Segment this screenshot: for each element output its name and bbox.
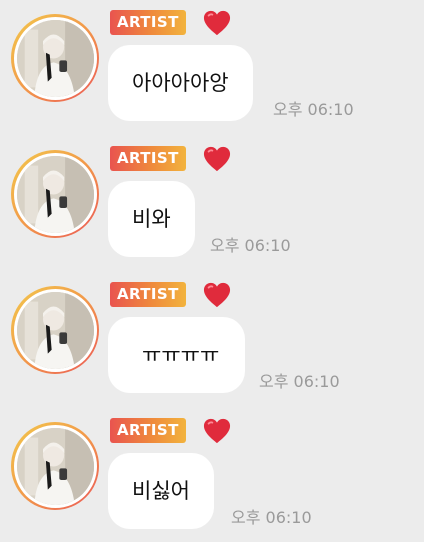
avatar[interactable] — [11, 286, 99, 374]
chat-log: ARTIST 아아아아앙 오후 06:10 ARTIST 비와 오후 06:10… — [0, 0, 424, 542]
avatar[interactable] — [11, 150, 99, 238]
avatar[interactable] — [11, 14, 99, 102]
chat-message: ARTIST 아아아아앙 오후 06:10 — [0, 0, 424, 136]
chat-message: ARTIST 비와 오후 06:10 — [0, 136, 424, 272]
avatar[interactable] — [11, 422, 99, 510]
artist-badge: ARTIST — [110, 10, 186, 35]
avatar-photo — [16, 427, 94, 505]
chat-message: ARTIST 비싫어 오후 06:10 — [0, 408, 424, 542]
message-bubble[interactable]: 아아아아앙 — [108, 45, 253, 121]
artist-badge: ARTIST — [110, 282, 186, 307]
chat-message: ARTIST ㅠㅠㅠㅠ 오후 06:10 — [0, 272, 424, 408]
heart-icon — [203, 418, 231, 444]
artist-badge: ARTIST — [110, 146, 186, 171]
message-bubble[interactable]: 비싫어 — [108, 453, 214, 529]
message-time: 오후 06:10 — [231, 508, 312, 527]
message-time: 오후 06:10 — [259, 372, 340, 391]
message-bubble[interactable]: ㅠㅠㅠㅠ — [108, 317, 246, 393]
message-bubble[interactable]: 비와 — [108, 181, 195, 257]
message-time: 오후 06:10 — [210, 236, 291, 255]
heart-icon — [203, 282, 231, 308]
heart-icon — [203, 146, 231, 172]
avatar-photo — [16, 291, 94, 369]
avatar-photo — [16, 155, 94, 233]
artist-badge: ARTIST — [110, 418, 186, 443]
avatar-photo — [16, 19, 94, 97]
heart-icon — [203, 10, 231, 36]
message-time: 오후 06:10 — [273, 100, 354, 119]
